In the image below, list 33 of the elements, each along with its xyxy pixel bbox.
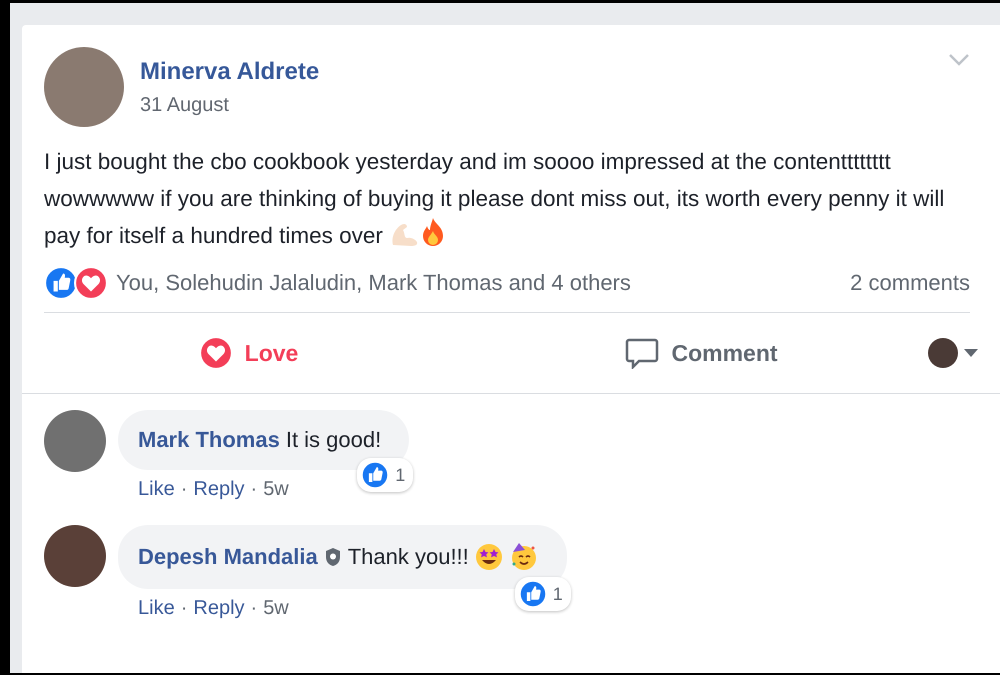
post-date[interactable]: 31 August bbox=[140, 94, 320, 116]
like-count-badge[interactable]: 1 bbox=[357, 458, 414, 492]
comment-text: It is good! bbox=[286, 427, 382, 453]
like-count-badge[interactable]: 1 bbox=[514, 577, 571, 611]
like-icon bbox=[44, 266, 78, 300]
commenter-name[interactable]: Depesh Mandalia bbox=[138, 544, 318, 570]
separator-dot: · bbox=[250, 478, 258, 501]
fire-icon bbox=[421, 217, 446, 247]
reply-link[interactable]: Reply bbox=[193, 597, 245, 620]
like-link[interactable]: Like bbox=[138, 597, 175, 620]
comment-time[interactable]: 5w bbox=[263, 478, 289, 501]
comment-count[interactable]: 2 comments bbox=[850, 270, 970, 296]
post-text: I just bought the cbo cookbook yesterday and im soooo impressed at the contentttttttt wowwwww if you are thinking of buying it please dont miss out, its worth every penny it will pay for itself a hundred times over bbox=[43, 148, 946, 250]
like-count: 1 bbox=[395, 464, 406, 486]
separator-dot: · bbox=[250, 597, 258, 620]
like-count: 1 bbox=[552, 584, 563, 604]
reactions-summary[interactable]: You, Solehudin Jalaludin, Mark Thomas and 4 others bbox=[116, 270, 850, 296]
audience-selector[interactable] bbox=[928, 338, 978, 368]
comment-button[interactable]: Comment bbox=[475, 336, 928, 370]
like-icon bbox=[518, 580, 547, 608]
reply-link[interactable]: Reply bbox=[193, 478, 245, 501]
like-link[interactable]: Like bbox=[138, 478, 175, 501]
author-name[interactable]: Minerva Aldrete bbox=[140, 58, 320, 86]
separator-dot: · bbox=[180, 478, 188, 501]
caret-icon bbox=[964, 349, 978, 357]
commenter-name[interactable]: Mark Thomas bbox=[138, 427, 280, 453]
speech-bubble-icon bbox=[625, 337, 660, 369]
comment-time[interactable]: 5w bbox=[263, 597, 289, 620]
comment-text: Thank you!!! bbox=[348, 544, 469, 570]
star-eyes-face-icon bbox=[474, 543, 503, 571]
love-button[interactable]: Love bbox=[22, 335, 475, 371]
like-icon bbox=[361, 461, 390, 489]
separator-dot: · bbox=[180, 597, 188, 620]
